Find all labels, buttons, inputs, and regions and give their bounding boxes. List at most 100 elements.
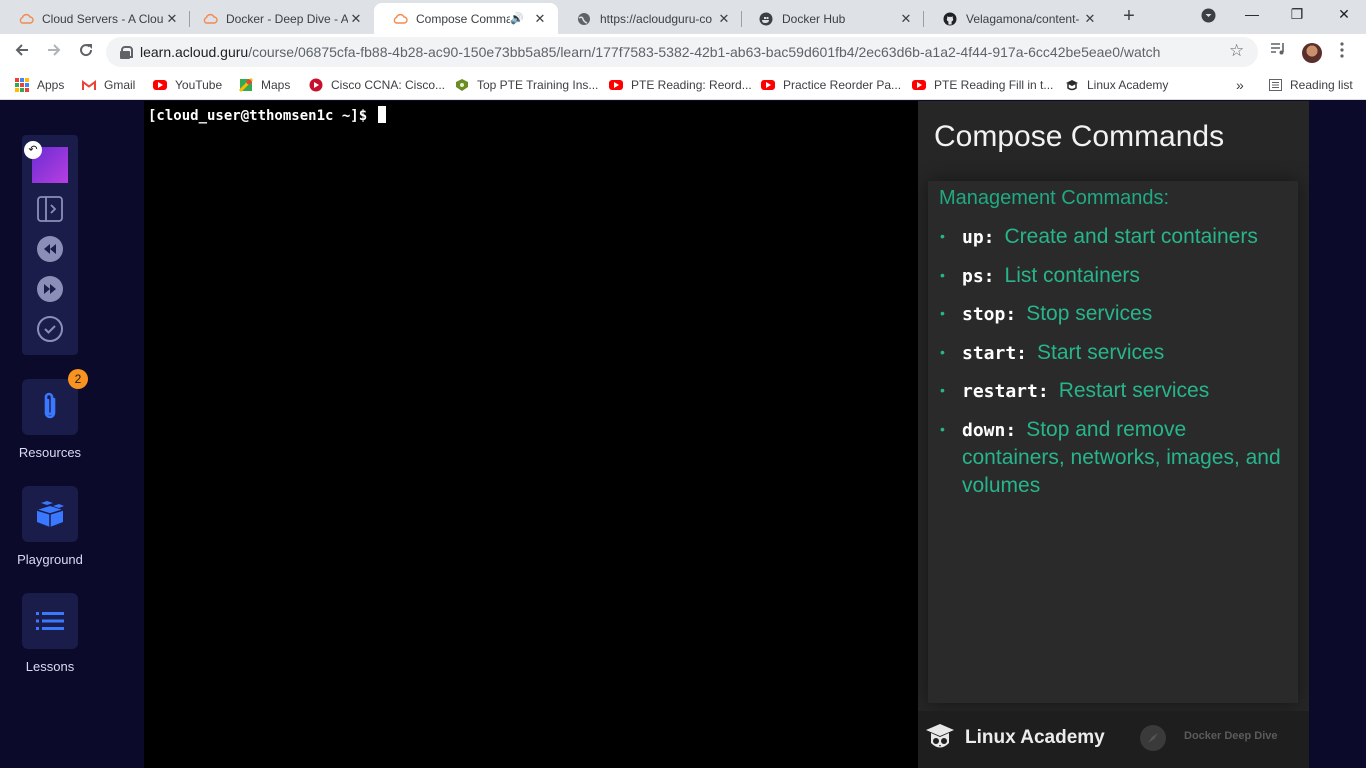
bookmarks-overflow-button[interactable]: » — [1236, 76, 1244, 94]
slide-subtitle: Management Commands: — [939, 187, 1170, 209]
terminal-prompt-line: [cloud_user@tthomsen1c ~]$ — [148, 106, 386, 124]
speaker-icon[interactable]: 🔊 — [510, 12, 524, 25]
profile-avatar[interactable] — [1302, 43, 1322, 63]
tab-title: Docker Hub — [782, 11, 846, 26]
playground-button[interactable] — [22, 486, 78, 542]
footer-brand: Linux Academy — [965, 727, 1105, 748]
docker-icon — [758, 11, 774, 27]
linux-academy-icon — [1065, 78, 1079, 92]
youtube-icon — [609, 78, 623, 92]
forward-button[interactable] — [42, 40, 66, 64]
rewind-icon[interactable] — [36, 235, 64, 263]
minimize-button[interactable]: — — [1240, 6, 1264, 22]
cloud-icon — [202, 11, 218, 27]
command-list: up: Create and start containers ps: List c… — [940, 223, 1292, 509]
command-keyword: restart: — [962, 381, 1049, 402]
menu-kebab-icon[interactable] — [1340, 42, 1344, 62]
pte-icon — [455, 78, 469, 92]
terminal-cursor — [377, 106, 386, 123]
fast-forward-icon[interactable] — [36, 275, 64, 303]
bookmark-apps[interactable]: Apps — [15, 76, 64, 94]
reading-list-button[interactable]: Reading list — [1268, 76, 1353, 94]
reading-list-icon — [1268, 78, 1282, 92]
list-item: up: Create and start containers — [940, 223, 1292, 252]
tab-github-content[interactable]: Velagamona/content- ✕ — [924, 3, 1108, 34]
list-item: start: Start services — [940, 339, 1292, 368]
command-description: Create and start containers — [1004, 225, 1258, 248]
reload-button[interactable] — [74, 40, 98, 64]
tab-close-button[interactable]: ✕ — [532, 11, 548, 27]
tab-docker-hub[interactable]: Docker Hub ✕ — [740, 3, 924, 34]
slide-footer: Linux Academy Docker Deep Dive — [918, 711, 1309, 768]
bookmark-practice-reorder[interactable]: Practice Reorder Pa... — [761, 76, 901, 94]
cloud-icon — [392, 11, 408, 27]
apps-grid-icon — [15, 78, 29, 92]
lessons-button[interactable] — [22, 593, 78, 649]
bookmark-label: Top PTE Training Ins... — [477, 78, 599, 92]
tab-acloudguru-url[interactable]: https://acloudguru-co ✕ — [558, 3, 742, 34]
tab-close-button[interactable]: ✕ — [164, 11, 180, 27]
close-window-button[interactable]: ✕ — [1332, 6, 1356, 23]
course-player-page: ↶ 2 Resources Playground Lessons [cloud_… — [0, 101, 1366, 768]
list-item: stop: Stop services — [940, 300, 1292, 329]
command-keyword: down: — [962, 419, 1017, 441]
tab-close-button[interactable]: ✕ — [348, 11, 364, 27]
command-description: Start services — [1037, 340, 1165, 364]
tab-title: https://acloudguru-co — [600, 11, 713, 26]
terminal-prompt: [cloud_user@tthomsen1c ~]$ — [148, 108, 376, 124]
youtube-icon — [153, 78, 167, 92]
bookmark-label: PTE Reading Fill in t... — [934, 78, 1054, 92]
list-item: restart: Restart services — [940, 377, 1292, 406]
bookmark-linux-academy[interactable]: Linux Academy — [1065, 76, 1168, 94]
slide-title: Compose Commands — [934, 120, 1225, 153]
bookmark-pte-reorder[interactable]: PTE Reading: Reord... — [609, 76, 752, 94]
tab-title: Velagamona/content- — [966, 11, 1080, 26]
tab-compose-commands[interactable]: Compose Comma 🔊 ✕ — [374, 3, 558, 34]
toggle-panel-icon[interactable] — [36, 195, 64, 223]
bookmark-pte-fill[interactable]: PTE Reading Fill in t... — [912, 76, 1053, 94]
tab-docker-deep-dive[interactable]: Docker - Deep Dive - A ✕ — [184, 3, 374, 34]
back-arrow-icon[interactable]: ↶ — [24, 141, 42, 159]
maximize-button[interactable]: ❐ — [1285, 6, 1309, 23]
browser-toolbar: learn.acloud.guru/course/06875cfa-fb88-4… — [0, 34, 1366, 70]
youtube-icon — [761, 78, 775, 92]
bookmarks-bar: Apps Gmail YouTube Maps Cisco CCNA: Cisc… — [0, 70, 1366, 100]
bookmark-label: Gmail — [104, 78, 136, 92]
cloud-icon — [18, 11, 34, 27]
new-tab-button[interactable]: + — [1118, 5, 1140, 27]
bookmark-cisco-ccna[interactable]: Cisco CCNA: Cisco... — [309, 76, 445, 94]
command-description: Restart services — [1058, 379, 1210, 402]
address-bar[interactable]: learn.acloud.guru/course/06875cfa-fb88-4… — [106, 37, 1258, 67]
mark-complete-icon[interactable] — [36, 315, 64, 343]
tab-close-button[interactable]: ✕ — [1082, 11, 1098, 27]
cisco-icon — [309, 78, 323, 92]
resources-label: Resources — [18, 445, 82, 460]
tab-search-icon[interactable] — [1196, 8, 1220, 26]
terminal-window[interactable]: [cloud_user@tthomsen1c ~]$ — [144, 101, 918, 768]
tab-cloud-servers[interactable]: Cloud Servers - A Clou ✕ — [0, 3, 190, 34]
bookmark-label: YouTube — [175, 78, 223, 92]
lock-icon[interactable] — [120, 46, 133, 59]
bookmark-maps[interactable]: Maps — [239, 76, 290, 94]
bookmark-label: Apps — [37, 78, 65, 92]
resources-button[interactable] — [22, 379, 78, 435]
globe-icon — [576, 11, 592, 27]
bookmark-star-icon[interactable]: ☆ — [1229, 41, 1244, 61]
maps-icon — [239, 78, 253, 92]
tab-close-button[interactable]: ✕ — [716, 11, 732, 27]
lesson-slide: Compose Commands Management Commands: up… — [918, 101, 1309, 768]
bookmark-label: Maps — [261, 78, 291, 92]
list-item: ps: List containers — [940, 262, 1292, 291]
bookmark-gmail[interactable]: Gmail — [82, 76, 135, 94]
player-controls-panel: ↶ — [22, 135, 78, 355]
command-keyword: ps: — [962, 265, 995, 287]
player-sidebar: ↶ 2 Resources Playground Lessons — [0, 101, 100, 768]
bookmark-youtube[interactable]: YouTube — [153, 76, 222, 94]
bookmark-pte-training[interactable]: Top PTE Training Ins... — [455, 76, 598, 94]
lessons-label: Lessons — [25, 659, 75, 674]
command-keyword: stop: — [962, 304, 1017, 325]
compass-icon — [1140, 725, 1166, 751]
tab-close-button[interactable]: ✕ — [898, 11, 914, 27]
media-controls-icon[interactable] — [1270, 42, 1286, 60]
back-button[interactable] — [10, 40, 34, 64]
